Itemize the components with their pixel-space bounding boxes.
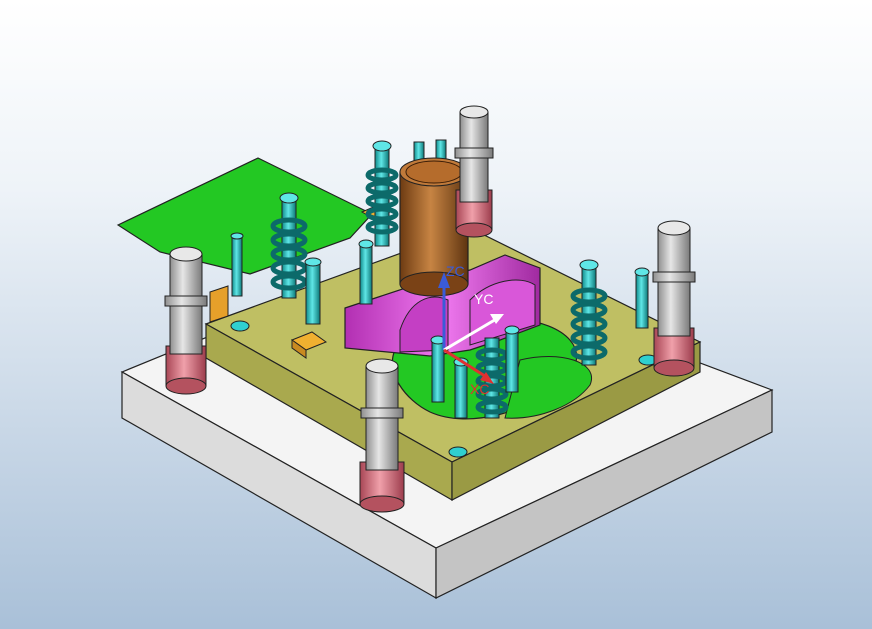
zc-label: ZC xyxy=(446,263,465,279)
graphics-viewport[interactable]: ZC YC XC xyxy=(0,0,872,629)
xc-label: XC xyxy=(470,381,489,397)
die-assembly-model[interactable]: ZC YC XC xyxy=(0,0,872,629)
yc-label: YC xyxy=(474,291,493,307)
